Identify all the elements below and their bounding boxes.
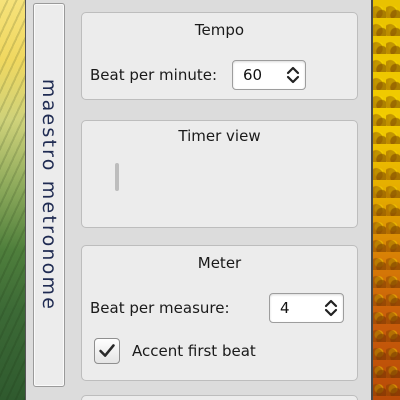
accent-first-beat-checkbox[interactable] xyxy=(94,338,120,364)
meter-panel: Meter Beat per measure: 4 Accent first b… xyxy=(81,245,358,381)
beat-per-measure-value: 4 xyxy=(280,299,290,317)
tempo-panel-title: Tempo xyxy=(194,21,245,39)
desktop-wallpaper-right xyxy=(372,0,400,400)
app-vertical-title: maestro metronome xyxy=(38,78,60,312)
checkmark-icon xyxy=(99,344,115,357)
beat-per-measure-spinbox[interactable]: 4 xyxy=(269,293,344,323)
bpm-spinbox[interactable]: 60 xyxy=(232,60,306,90)
app-title-sidebar: maestro metronome xyxy=(33,3,65,387)
beat-per-measure-label: Beat per measure: xyxy=(90,299,230,317)
up-down-chevron-icon[interactable] xyxy=(323,298,339,318)
desktop-wallpaper-left xyxy=(0,0,28,400)
up-down-chevron-icon[interactable] xyxy=(285,65,301,85)
accent-first-beat-label[interactable]: Accent first beat xyxy=(132,342,256,360)
timer-view-title: Timer view xyxy=(178,127,261,145)
bpm-label: Beat per minute: xyxy=(90,66,218,84)
timer-view-panel: Timer view xyxy=(81,120,358,228)
next-panel-edge xyxy=(81,395,358,400)
metronome-window: maestro metronome Tempo Beat per minute:… xyxy=(25,0,373,400)
meter-panel-title: Meter xyxy=(197,254,242,272)
tempo-panel: Tempo Beat per minute: 60 xyxy=(81,12,358,100)
bpm-value: 60 xyxy=(243,66,263,84)
timer-indicator xyxy=(115,163,119,191)
